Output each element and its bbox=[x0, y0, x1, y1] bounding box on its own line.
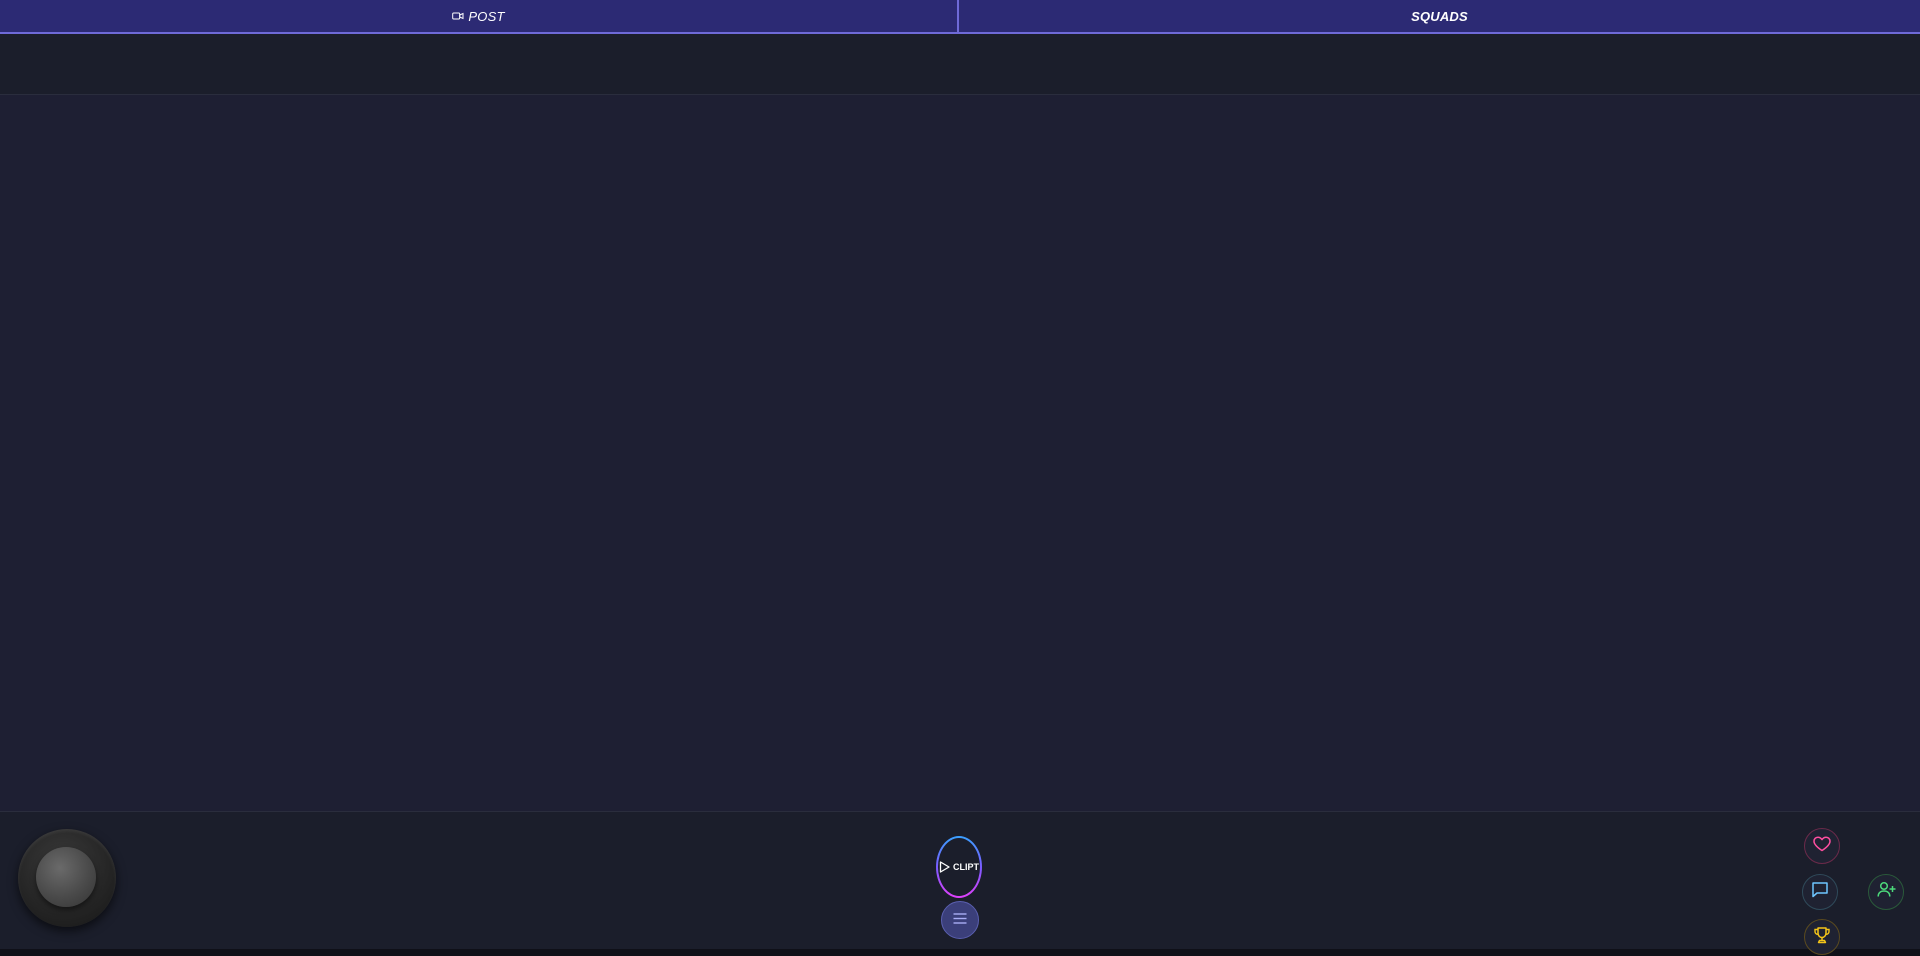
chat-bubble-icon bbox=[1811, 881, 1829, 903]
tab-squads-label: SQUADS bbox=[1411, 8, 1468, 24]
user-plus-icon bbox=[1876, 881, 1896, 903]
clipt-label: CLIPT bbox=[953, 862, 979, 872]
comment-button[interactable] bbox=[1802, 874, 1838, 910]
joystick-knob[interactable] bbox=[36, 847, 96, 907]
bottom-edge bbox=[0, 949, 1920, 956]
trophy-icon bbox=[1813, 926, 1831, 949]
tab-post[interactable]: POST bbox=[0, 0, 959, 32]
hamburger-menu-icon bbox=[953, 911, 967, 929]
play-icon bbox=[939, 861, 950, 873]
menu-button[interactable] bbox=[941, 901, 979, 939]
heart-icon bbox=[1813, 835, 1831, 857]
trophy-button[interactable] bbox=[1804, 919, 1840, 955]
main-content-area bbox=[0, 95, 1920, 811]
clipt-button[interactable]: CLIPT bbox=[936, 836, 982, 898]
add-user-button[interactable] bbox=[1868, 874, 1904, 910]
tab-post-label: POST bbox=[468, 8, 505, 24]
video-camera-icon bbox=[452, 11, 464, 21]
tab-squads[interactable]: SQUADS bbox=[959, 0, 1920, 32]
top-tab-bar: POST SQUADS bbox=[0, 0, 1920, 34]
joystick[interactable] bbox=[18, 829, 116, 927]
like-button[interactable] bbox=[1804, 828, 1840, 864]
secondary-bar bbox=[0, 34, 1920, 95]
